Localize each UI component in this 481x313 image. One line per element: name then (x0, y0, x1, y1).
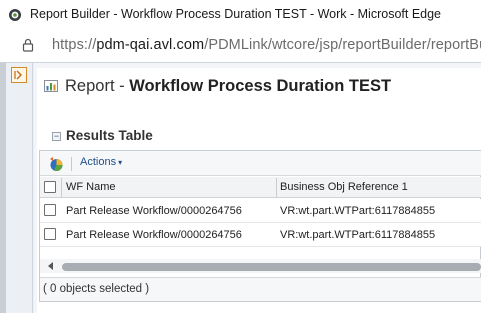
business-ref-cell: VR:wt.part.WTPart:6117884855 (280, 205, 436, 217)
url-prefix: https:// (52, 37, 97, 53)
window-title: Report Builder - Workflow Process Durati… (30, 7, 442, 21)
column-divider[interactable] (61, 178, 62, 197)
column-divider[interactable] (276, 178, 277, 197)
row-divider (40, 246, 481, 247)
url-text[interactable]: https://pdm-qai.avl.com/PDMLink/wtcore/j… (52, 37, 481, 53)
lock-icon[interactable] (22, 38, 34, 52)
selection-status: ( 0 objects selected ) (43, 283, 150, 295)
collapse-icon[interactable]: − (52, 132, 61, 141)
url-path: /PDMLink/wtcore/jsp/reportBuilder/report… (204, 37, 481, 53)
bar-chart-icon (44, 80, 58, 92)
actions-label: Actions (80, 156, 117, 168)
actions-menu-button[interactable]: Actions ▾ (80, 156, 122, 168)
select-all-checkbox[interactable] (44, 181, 56, 193)
page-title: Report - Workflow Process Duration TEST (65, 77, 391, 96)
report-label: Report - (65, 77, 130, 95)
row-checkbox[interactable] (44, 228, 56, 240)
left-panel-edge (0, 63, 6, 313)
scroll-left-icon[interactable] (47, 261, 55, 271)
expand-panel-button[interactable] (11, 67, 27, 83)
scrollbar-thumb[interactable] (62, 263, 481, 271)
edge-app-icon (9, 9, 21, 21)
results-table-title: Results Table (66, 128, 153, 143)
expand-panel-icon (14, 70, 22, 80)
chevron-down-icon: ▾ (118, 158, 123, 167)
business-ref-cell: VR:wt.part.WTPart:6117884855 (280, 229, 436, 241)
toolbar-separator (71, 157, 72, 171)
table-options-icon[interactable] (48, 156, 64, 172)
row-checkbox[interactable] (44, 204, 56, 216)
url-host: pdm-qai.avl.com (96, 37, 205, 53)
column-header-business-ref[interactable]: Business Obj Reference 1 (280, 181, 408, 193)
column-header-wf-name[interactable]: WF Name (66, 181, 116, 193)
report-name: Workflow Process Duration TEST (129, 77, 392, 95)
wf-name-cell: Part Release Workflow/0000264756 (66, 205, 242, 217)
wf-name-cell: Part Release Workflow/0000264756 (66, 229, 242, 241)
